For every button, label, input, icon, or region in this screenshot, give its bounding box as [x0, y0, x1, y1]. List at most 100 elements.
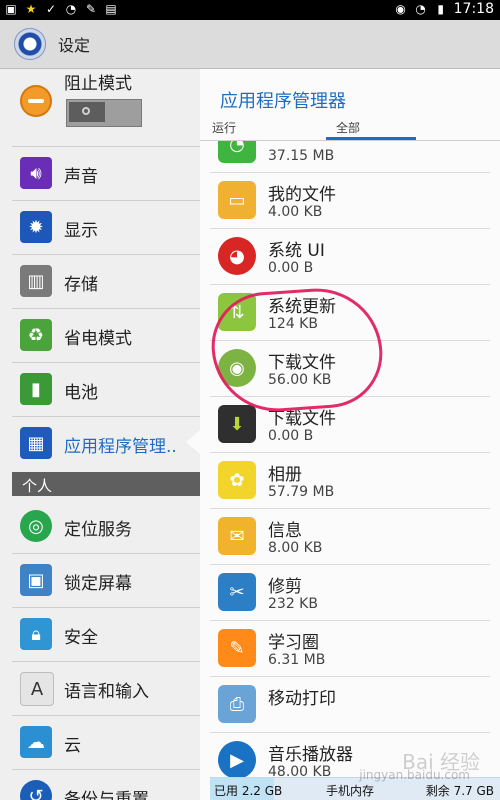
app-list: ◔ 37.15 MB ▭ 我的文件 4.00 KB ◕ 系统 UI 0.00 B…: [200, 141, 500, 779]
scissors-icon: ✂: [218, 573, 256, 611]
settings-item-power-saving[interactable]: ♻ 省电模式: [0, 308, 200, 362]
app-name: 我的文件: [268, 185, 336, 205]
sdcard-icon: ▥: [20, 265, 52, 297]
printer-icon: ⎙: [218, 685, 256, 723]
clipboard-icon: ▤: [105, 2, 117, 16]
eye-icon: ◉: [395, 2, 406, 16]
settings-item-sound[interactable]: 🔊︎ 声音: [0, 146, 200, 200]
settings-item-lock-screen[interactable]: ▣ 锁定屏幕: [0, 553, 200, 607]
app-name: 系统 UI: [268, 241, 325, 261]
app-name: 移动打印: [268, 689, 336, 709]
android-red-icon: ◕: [218, 237, 256, 275]
status-left-icons: ▣ ★ ✓ ◔ ✎ ▤: [4, 2, 118, 16]
action-bar: 设定: [0, 20, 500, 69]
tabs: 运行 全部: [200, 117, 500, 140]
annotation-circle: [208, 284, 386, 416]
check-icon: ✓: [45, 2, 57, 16]
screen: ▣ ★ ✓ ◔ ✎ ▤ ◉ ◔ ▮ 17:18 设定 阻止模式 🔊︎ 声音 ✹ …: [0, 0, 500, 800]
settings-item-label: 存储: [64, 275, 98, 295]
battery-icon: ▮: [437, 2, 444, 16]
settings-item-storage[interactable]: ▥ 存储: [0, 254, 200, 308]
app-size: 57.79 MB: [268, 484, 335, 500]
blocking-mode-toggle[interactable]: [66, 99, 142, 127]
app-list-item[interactable]: ✉ 信息 8.00 KB: [200, 509, 500, 564]
star-icon: ★: [25, 2, 37, 16]
section-header-personal: 个人: [12, 472, 200, 496]
app-list-item[interactable]: ✂ 修剪 232 KB: [200, 565, 500, 620]
target-icon: ◎: [20, 510, 52, 542]
lock-icon: 🔒︎: [20, 618, 52, 650]
storage-free-label: 剩余 7.7 GB: [425, 784, 494, 798]
app-name: 修剪: [268, 577, 302, 597]
settings-item-backup-reset[interactable]: ↺ 备份与重置: [0, 769, 200, 800]
settings-item-label: 安全: [64, 628, 98, 648]
app-list-item[interactable]: ⬇ 下载文件 0.00 B: [200, 397, 500, 452]
tab-running[interactable]: 运行: [212, 119, 236, 136]
settings-item-label: 备份与重置: [64, 790, 149, 800]
gear-icon: ✹: [20, 211, 52, 243]
gallery-icon: ✿: [218, 461, 256, 499]
picture-icon: ▣: [20, 564, 52, 596]
settings-item-language-input[interactable]: A 语言和输入: [0, 661, 200, 715]
music-player-icon: ▶: [218, 741, 256, 779]
wifi-icon: ◔: [65, 2, 77, 16]
app-size: 6.31 MB: [268, 652, 326, 668]
settings-item-label: 定位服务: [64, 520, 132, 540]
toggle-knob-off: [69, 102, 105, 122]
app-size: 0.00 B: [268, 260, 314, 276]
status-bar: ▣ ★ ✓ ◔ ✎ ▤ ◉ ◔ ▮ 17:18: [0, 0, 500, 20]
cloud-sync-icon: ☁: [20, 726, 52, 758]
storage-type-label: 手机内存: [326, 784, 375, 798]
settings-item-cloud[interactable]: ☁ 云: [0, 715, 200, 769]
page-title: 设定: [58, 36, 91, 55]
settings-item-label: 省电模式: [64, 329, 132, 349]
blocking-mode-row[interactable]: 阻止模式: [0, 69, 200, 139]
settings-item-label: 应用程序管理..: [64, 437, 177, 457]
download-icon: ⬇: [218, 405, 256, 443]
app-list-item[interactable]: ◕ 系统 UI 0.00 B: [200, 229, 500, 284]
status-right: ◉ ◔ ▮ 17:18: [394, 1, 494, 17]
battery-icon: ▮: [20, 373, 52, 405]
settings-item-label: 显示: [64, 221, 98, 241]
settings-item-display[interactable]: ✹ 显示: [0, 200, 200, 254]
app-size: 37.15 MB: [268, 148, 335, 164]
settings-item-label: 云: [64, 736, 81, 756]
app-list-item[interactable]: ✿ 相册 57.79 MB: [200, 453, 500, 508]
app-list-item[interactable]: ◔ 37.15 MB: [200, 141, 500, 172]
left-settings-panel: 阻止模式 🔊︎ 声音 ✹ 显示 ▥ 存储 ♻ 省电模式 ▮ 电池 ▦ 应用程序管…: [0, 69, 200, 800]
storage-used-label: 已用 2.2 GB: [214, 784, 283, 798]
tab-all[interactable]: 全部: [336, 119, 360, 136]
app-name: 信息: [268, 521, 302, 541]
notebook-icon: ✎: [218, 629, 256, 667]
app-manager-title: 应用程序管理器: [220, 91, 346, 112]
blocking-mode-icon: [20, 85, 52, 117]
blocking-mode-label: 阻止模式: [64, 74, 132, 94]
backup-icon: ↺: [20, 780, 52, 800]
app-list-item[interactable]: ⎙ 移动打印: [200, 677, 500, 732]
section-title: 个人: [22, 477, 53, 495]
app-name: 学习圈: [268, 633, 319, 653]
app-name: 音乐播放器: [268, 745, 353, 765]
settings-item-app-manager[interactable]: ▦ 应用程序管理..: [0, 416, 200, 470]
status-time: 17:18: [453, 1, 494, 17]
settings-item-location[interactable]: ◎ 定位服务: [0, 499, 200, 553]
settings-app-icon[interactable]: [14, 28, 46, 60]
app-size: 232 KB: [268, 596, 318, 612]
speaker-icon: 🔊︎: [20, 157, 52, 189]
wechat-icon: ◔: [218, 141, 256, 163]
settings-item-security[interactable]: 🔒︎ 安全: [0, 607, 200, 661]
message-icon: ✉: [218, 517, 256, 555]
app-size: 8.00 KB: [268, 540, 323, 556]
settings-item-label: 电池: [64, 383, 98, 403]
app-name: 相册: [268, 465, 302, 485]
selection-indicator: [186, 430, 200, 454]
watermark-subtext: jingyan.baidu.com: [359, 768, 470, 782]
grid-icon: ▦: [20, 427, 52, 459]
app-list-item[interactable]: ✎ 学习圈 6.31 MB: [200, 621, 500, 676]
settings-item-battery[interactable]: ▮ 电池: [0, 362, 200, 416]
settings-item-label: 锁定屏幕: [64, 574, 132, 594]
app-size: 0.00 B: [268, 428, 314, 444]
keyboard-a-icon: A: [20, 672, 54, 706]
app-list-item[interactable]: ▭ 我的文件 4.00 KB: [200, 173, 500, 228]
app-manager-panel: 应用程序管理器 运行 全部 ◔ 37.15 MB ▭ 我的文件 4.00 KB …: [200, 69, 500, 800]
